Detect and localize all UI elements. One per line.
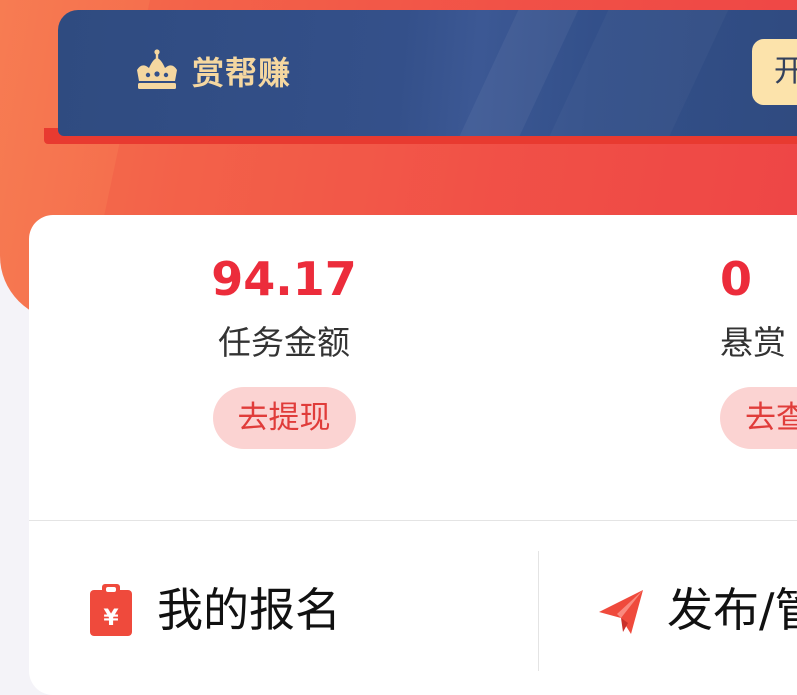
stat-reward: 0 悬赏 去查 [720, 251, 797, 449]
vertical-divider [538, 551, 539, 671]
membership-banner[interactable]: 赏帮赚 开 [58, 10, 797, 136]
publish-manage-label: 发布/管 [667, 583, 797, 637]
withdraw-button[interactable]: 去提现 [212, 387, 356, 449]
banner-brand: 赏帮赚 [134, 48, 291, 94]
my-signups-button[interactable]: ¥ 我的报名 [87, 575, 341, 645]
open-membership-button[interactable]: 开 [752, 39, 797, 105]
earnings-card: 94.17 任务金额 去提现 0 悬赏 去查 ¥ 我的报名 发布/管 [29, 215, 797, 695]
reward-value: 0 [720, 252, 753, 306]
task-amount-value: 94.17 [211, 252, 357, 306]
horizontal-divider [29, 520, 797, 521]
svg-text:¥: ¥ [103, 606, 119, 631]
stat-task-amount: 94.17 任务金额 去提现 [159, 251, 409, 449]
clipboard-yen-icon: ¥ [90, 584, 132, 636]
publish-manage-button[interactable]: 发布/管 [597, 575, 797, 645]
view-button[interactable]: 去查 [720, 387, 797, 449]
crown-icon [137, 49, 177, 89]
brand-name: 赏帮赚 [192, 54, 292, 92]
reward-label: 悬赏 [720, 323, 786, 362]
task-amount-label: 任务金额 [218, 323, 350, 362]
my-signups-label: 我的报名 [157, 583, 341, 637]
paper-plane-icon [599, 590, 643, 634]
